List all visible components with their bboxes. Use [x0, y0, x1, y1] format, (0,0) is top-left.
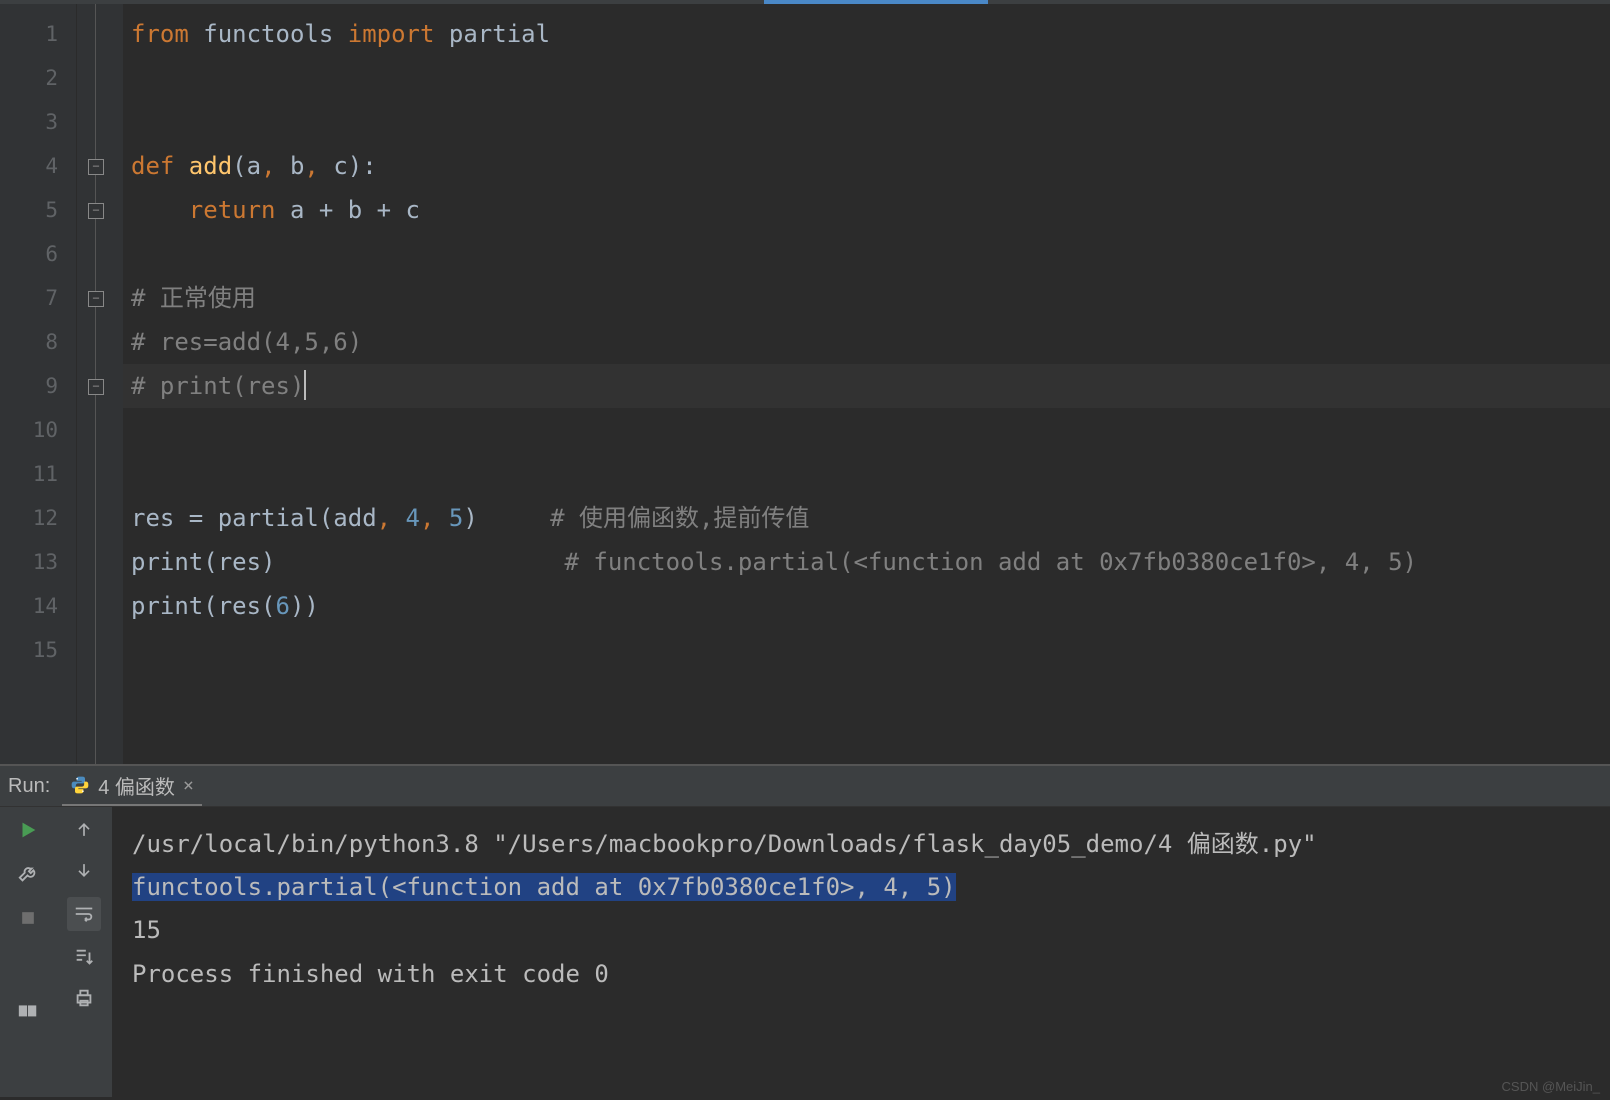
- code-line: print(res) # functools.partial(<function…: [123, 540, 1610, 584]
- layout-icon[interactable]: [15, 997, 41, 1023]
- text-cursor: [304, 370, 306, 400]
- code-line: res = partial(add, 4, 5) # 使用偏函数,提前传值: [123, 496, 1610, 540]
- run-toolbar-secondary: [56, 807, 112, 1097]
- code-line: def add(a, b, c):: [123, 144, 1610, 188]
- arrow-down-icon[interactable]: [71, 857, 97, 883]
- python-icon: [70, 775, 90, 795]
- print-icon[interactable]: [71, 985, 97, 1011]
- run-tab-title: 4 偏函数: [98, 771, 175, 800]
- code-line: # res=add(4,5,6): [123, 320, 1610, 364]
- code-line: [123, 628, 1610, 672]
- fold-end-icon[interactable]: −: [88, 379, 104, 395]
- line-number[interactable]: 12: [0, 496, 76, 540]
- line-number[interactable]: 9: [0, 364, 76, 408]
- run-tool-window: Run: 4 偏函数 × /usr/local/bin/python3.8 "/…: [0, 766, 1610, 1096]
- stop-icon[interactable]: [15, 905, 41, 931]
- run-body: /usr/local/bin/python3.8 "/Users/macbook…: [0, 807, 1610, 1097]
- line-number[interactable]: 14: [0, 584, 76, 628]
- code-line: [123, 408, 1610, 452]
- fold-toggle-icon[interactable]: −: [88, 159, 104, 175]
- code-editor[interactable]: 1 2 3 4 5 6 7 8 9 10 11 12 13 14 15 − − …: [0, 4, 1610, 764]
- code-line: [123, 56, 1610, 100]
- line-number[interactable]: 8: [0, 320, 76, 364]
- rerun-icon[interactable]: [15, 817, 41, 843]
- console-output[interactable]: /usr/local/bin/python3.8 "/Users/macbook…: [112, 807, 1610, 1097]
- scroll-to-end-icon[interactable]: [71, 945, 97, 971]
- console-exit-line: Process finished with exit code 0: [132, 953, 1590, 996]
- line-number-gutter[interactable]: 1 2 3 4 5 6 7 8 9 10 11 12 13 14 15: [0, 4, 77, 764]
- code-line: # 正常使用: [123, 276, 1610, 320]
- line-number[interactable]: 1: [0, 12, 76, 56]
- line-number[interactable]: 6: [0, 232, 76, 276]
- console-output-line: 15: [132, 909, 1590, 952]
- watermark-text: CSDN @MeiJin_: [1502, 1079, 1600, 1094]
- line-number[interactable]: 13: [0, 540, 76, 584]
- line-number[interactable]: 11: [0, 452, 76, 496]
- line-number[interactable]: 4: [0, 144, 76, 188]
- soft-wrap-icon[interactable]: [67, 897, 101, 931]
- code-line: [123, 452, 1610, 496]
- line-number[interactable]: 10: [0, 408, 76, 452]
- fold-toggle-icon[interactable]: −: [88, 291, 104, 307]
- line-number[interactable]: 7: [0, 276, 76, 320]
- fold-column[interactable]: − − − −: [77, 4, 123, 764]
- code-line: [123, 100, 1610, 144]
- run-panel-label: Run:: [8, 775, 50, 798]
- code-line: [123, 232, 1610, 276]
- code-line-active: # print(res): [123, 364, 1610, 408]
- fold-end-icon[interactable]: −: [88, 203, 104, 219]
- close-icon[interactable]: ×: [183, 775, 194, 796]
- run-toolbar-primary: [0, 807, 56, 1097]
- line-number[interactable]: 15: [0, 628, 76, 672]
- line-number[interactable]: 5: [0, 188, 76, 232]
- run-header: Run: 4 偏函数 ×: [0, 766, 1610, 807]
- line-number[interactable]: 2: [0, 56, 76, 100]
- line-number[interactable]: 3: [0, 100, 76, 144]
- code-line: from functools import partial: [123, 12, 1610, 56]
- code-line: print(res(6)): [123, 584, 1610, 628]
- code-line: return a + b + c: [123, 188, 1610, 232]
- code-content[interactable]: from functools import partial def add(a,…: [123, 4, 1610, 764]
- console-command: /usr/local/bin/python3.8 "/Users/macbook…: [132, 823, 1590, 866]
- console-output-selected: functools.partial(<function add at 0x7fb…: [132, 873, 956, 901]
- run-tab[interactable]: 4 偏函数 ×: [62, 767, 202, 806]
- arrow-up-icon[interactable]: [71, 817, 97, 843]
- wrench-icon[interactable]: [15, 861, 41, 887]
